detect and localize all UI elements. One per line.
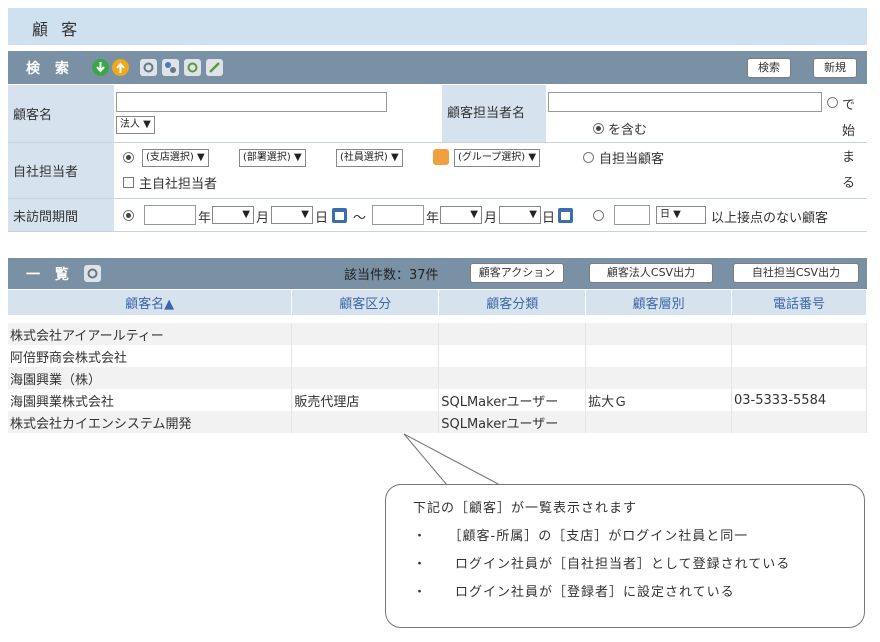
callout-heading: 下記の［顧客］が一覧表示されます (413, 501, 638, 516)
callout-item: ・ ログイン社員が［登録者］に設定されている (413, 585, 735, 600)
explanation-callout: 下記の［顧客］が一覧表示されます ・ ［顧客-所属］の［支店］がログイン社員と同… (385, 484, 865, 628)
callout-item: ・ ログイン社員が［自社担当者］として登録されている (413, 557, 791, 572)
callout-item: ・ ［顧客-所属］の［支店］がログイン社員と同一 (413, 529, 749, 544)
